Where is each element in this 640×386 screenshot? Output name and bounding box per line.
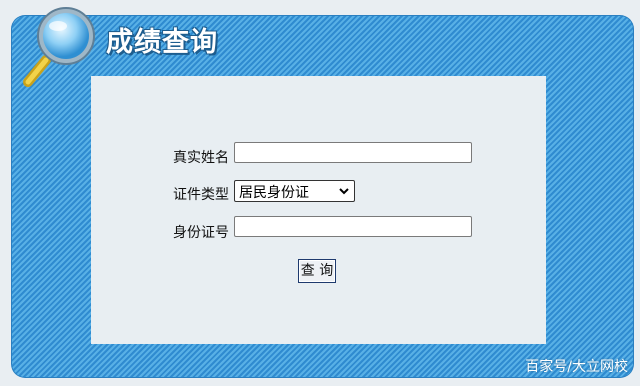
name-label: 真实姓名: [173, 150, 229, 166]
id-type-select[interactable]: 居民身份证: [234, 180, 355, 202]
page-title: 成绩查询: [106, 27, 218, 58]
chevron-down-icon: [339, 188, 349, 195]
watermark: 百家号/大立网校: [525, 359, 628, 375]
id-number-label: 身份证号: [173, 225, 229, 241]
form-panel: 真实姓名 证件类型 居民身份证 身份证号 查 询: [91, 76, 546, 344]
id-number-input[interactable]: [234, 216, 472, 237]
id-type-value: 居民身份证: [239, 185, 309, 201]
query-button[interactable]: 查 询: [298, 259, 336, 283]
name-input[interactable]: [234, 142, 472, 163]
id-type-label: 证件类型: [173, 187, 229, 203]
